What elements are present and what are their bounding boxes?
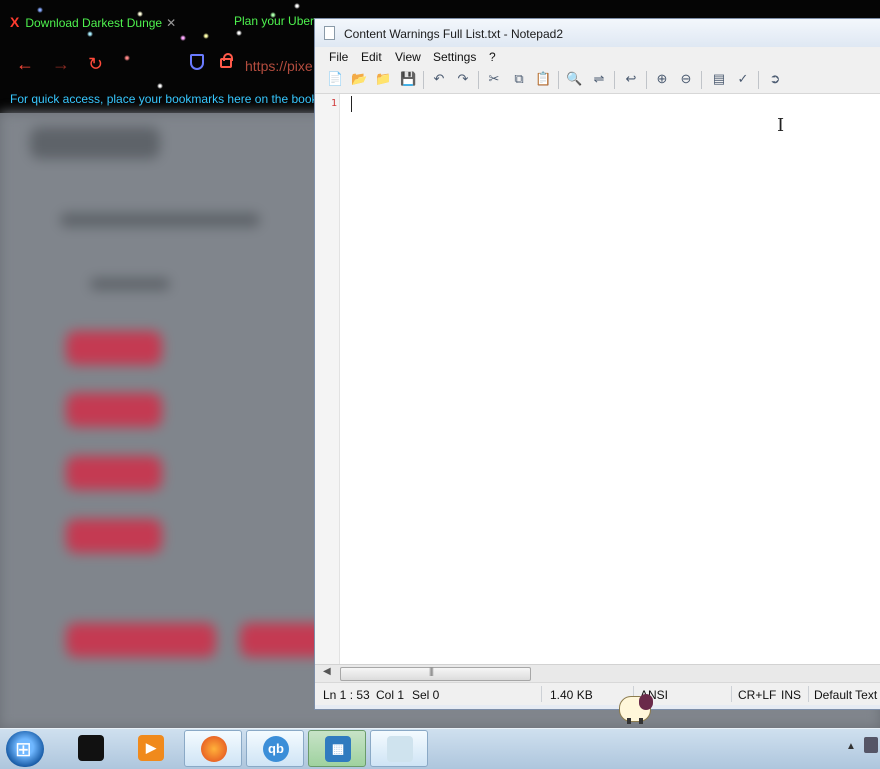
status-column: Col 1 — [376, 688, 405, 702]
replace-icon[interactable]: ⇌ — [591, 71, 607, 87]
tray-app-icon[interactable] — [864, 737, 878, 753]
tab-label: Plan your Uber — [234, 14, 315, 28]
taskbar-app-1[interactable] — [62, 730, 120, 767]
blurred-button — [66, 393, 162, 427]
zoom-in-icon[interactable]: ⊕ — [654, 71, 670, 87]
word-wrap-icon[interactable]: ↩ — [623, 71, 639, 87]
menu-help[interactable]: ? — [489, 50, 496, 64]
tab-favicon-icon: X — [10, 14, 20, 30]
scroll-left-arrow-icon[interactable]: ◀ — [323, 666, 331, 677]
status-line-endings[interactable]: CR+LF — [738, 688, 776, 702]
notepad2-window: Content Warnings Full List.txt - Notepad… — [314, 18, 880, 710]
bookmarks-bar-hint: For quick access, place your bookmarks h… — [10, 92, 318, 106]
start-button[interactable] — [6, 731, 44, 767]
notepad-app-icon[interactable] — [324, 26, 335, 40]
zoom-out-icon[interactable]: ⊖ — [678, 71, 694, 87]
taskbar: ▶ qb ▦ ▲ — [0, 728, 880, 769]
menu-file[interactable]: File — [329, 50, 348, 64]
exit-icon[interactable]: ➲ — [767, 71, 783, 87]
blurred-button — [66, 623, 216, 657]
status-selection: Sel 0 — [412, 688, 440, 702]
open-file-icon[interactable]: 📂 — [351, 71, 367, 87]
save-icon[interactable]: 💾 — [400, 71, 416, 87]
remote-app-icon: ▦ — [325, 736, 351, 762]
taskbar-qbittorrent[interactable]: qb — [246, 730, 304, 767]
line-number-gutter: 1 — [315, 94, 340, 670]
customize-icon[interactable]: ✓ — [735, 71, 751, 87]
status-insert-mode: INS — [781, 688, 802, 702]
tray-expand-icon[interactable]: ▲ — [846, 741, 856, 752]
toolbar-separator — [646, 71, 647, 89]
cut-icon[interactable]: ✂ — [486, 71, 502, 87]
browser-tab-uber[interactable]: Plan your Uber — [234, 14, 314, 28]
text-caret — [351, 96, 352, 112]
redo-icon[interactable]: ↷ — [455, 71, 471, 87]
status-file-size: 1.40 KB — [550, 688, 593, 702]
forward-arrow-icon[interactable]: → — [52, 54, 70, 75]
media-player-icon: ▶ — [138, 735, 164, 761]
blurred-text — [60, 213, 260, 227]
toolbar: 📄 📂 📁 💾 ↶ ↷ ✂ ⧉ 📋 🔍 ⇌ ↩ ⊕ ⊖ ▤ ✓ ➲ — [315, 67, 880, 94]
toolbar-separator — [758, 71, 759, 89]
toolbar-separator — [701, 71, 702, 89]
new-file-icon[interactable]: 📄 — [327, 71, 343, 87]
tab-close-icon[interactable]: ✕ — [166, 16, 176, 30]
title-bar[interactable]: Content Warnings Full List.txt - Notepad… — [315, 19, 880, 47]
firefox-icon — [201, 736, 227, 762]
status-bar: Ln 1 : 53 Col 1 Sel 0 1.40 KB ANSI CR+LF… — [315, 682, 880, 705]
browser-tab-darkest-dungeon[interactable]: X Download Darkest Dunge ✕ — [10, 14, 176, 30]
copy-icon[interactable]: ⧉ — [511, 71, 527, 87]
window-title: Content Warnings Full List.txt - Notepad… — [344, 27, 563, 41]
reload-icon[interactable]: ↻ — [88, 54, 103, 75]
taskbar-firefox[interactable] — [184, 730, 242, 767]
menu-view[interactable]: View — [395, 50, 421, 64]
editor-area[interactable]: 1 I — [315, 94, 880, 670]
toolbar-separator — [423, 71, 424, 89]
status-position: Ln 1 : 53 — [323, 688, 370, 702]
url-bar[interactable]: https://pixe — [245, 58, 313, 74]
tab-label: Download Darkest Dunge — [25, 16, 163, 30]
line-number: 1 — [331, 98, 338, 109]
black-app-icon — [78, 735, 104, 761]
back-arrow-icon[interactable]: ← — [16, 54, 34, 75]
taskbar-media-player[interactable]: ▶ — [122, 730, 180, 767]
find-icon[interactable]: 🔍 — [566, 71, 582, 87]
blurred-button — [66, 519, 162, 553]
undo-icon[interactable]: ↶ — [431, 71, 447, 87]
blurred-heading — [30, 127, 160, 159]
qbittorrent-icon: qb — [263, 736, 289, 762]
browse-icon[interactable]: 📁 — [375, 71, 391, 87]
status-scheme[interactable]: Default Text — [814, 688, 877, 702]
paste-icon[interactable]: 📋 — [535, 71, 551, 87]
toolbar-separator — [478, 71, 479, 89]
menu-edit[interactable]: Edit — [361, 50, 382, 64]
taskbar-notepad2[interactable] — [370, 730, 428, 767]
horizontal-scrollbar[interactable]: ◀ — [315, 664, 880, 682]
notepad2-icon — [387, 736, 413, 762]
scheme-icon[interactable]: ▤ — [711, 71, 727, 87]
blurred-text — [90, 278, 170, 290]
menu-bar: File Edit View Settings ? — [315, 47, 880, 67]
ibeam-cursor-icon: I — [777, 115, 785, 136]
toolbar-separator — [558, 71, 559, 89]
menu-settings[interactable]: Settings — [433, 50, 476, 64]
desktop-sheep-icon[interactable] — [617, 690, 657, 726]
scrollbar-thumb[interactable] — [340, 666, 531, 681]
toolbar-separator — [614, 71, 615, 89]
lock-icon[interactable] — [220, 53, 233, 68]
blurred-button — [66, 456, 162, 490]
blurred-button — [66, 331, 162, 365]
taskbar-remote-app[interactable]: ▦ — [308, 730, 366, 767]
tracking-shield-icon[interactable] — [190, 54, 204, 70]
